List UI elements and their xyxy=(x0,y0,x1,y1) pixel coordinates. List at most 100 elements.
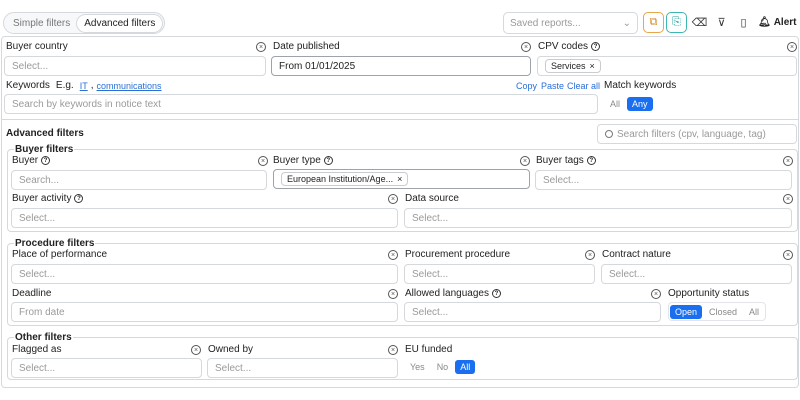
contract-nature-select[interactable]: Select... xyxy=(601,264,792,284)
status-closed-option[interactable]: Closed xyxy=(704,305,742,319)
buyer-type-text: Buyer type xyxy=(273,155,321,166)
buyer-label-text: Buyer xyxy=(12,155,39,166)
deadline-from-date-input[interactable]: From date xyxy=(11,302,398,322)
paste-icon[interactable]: ⎘ xyxy=(666,12,687,33)
buyer-tags-text: Buyer tags xyxy=(536,155,584,166)
status-all-option[interactable]: All xyxy=(744,305,764,319)
help-icon[interactable]: ? xyxy=(323,156,333,165)
clear-all-keywords-button[interactable]: Clear all xyxy=(567,81,600,91)
clear-contract-nature-icon[interactable]: × xyxy=(783,250,793,260)
allowed-languages-label: Allowed languages ? xyxy=(405,288,501,299)
paste-keywords-button[interactable]: Paste xyxy=(541,81,564,91)
keyword-example-it[interactable]: IT xyxy=(80,81,88,91)
buyer-filters-title: Buyer filters xyxy=(14,144,75,155)
date-published-field[interactable]: From 01/01/2025 xyxy=(271,56,531,76)
filter-icon[interactable]: ⊽ xyxy=(711,12,732,33)
clear-buyer-type-icon[interactable]: × xyxy=(520,156,530,166)
help-icon[interactable]: ? xyxy=(491,289,501,298)
tab-advanced-filters[interactable]: Advanced filters xyxy=(77,14,163,32)
status-open-option[interactable]: Open xyxy=(670,304,703,319)
buyer-country-label: Buyer country xyxy=(6,41,68,52)
buyer-activity-text: Buyer activity xyxy=(12,193,72,204)
match-keywords-label: Match keywords xyxy=(604,80,677,91)
bookmark-icon[interactable]: ▯ xyxy=(733,12,754,33)
buyer-activity-select[interactable]: Select... xyxy=(11,208,398,228)
flagged-as-select[interactable]: Select... xyxy=(11,358,202,378)
cpv-chip-label: Services xyxy=(551,61,586,71)
owned-by-label: Owned by xyxy=(208,344,254,355)
keywords-label: Keywords xyxy=(6,80,50,91)
procedure-filters-title: Procedure filters xyxy=(14,238,96,249)
alert-label: Alert xyxy=(773,17,797,28)
filter-search-input[interactable]: Search filters (cpv, language, tag) xyxy=(597,124,797,144)
saved-reports-placeholder: Saved reports... xyxy=(510,17,581,29)
buyer-type-select[interactable]: European Institution/Age... × xyxy=(273,169,530,189)
buyer-tags-label: Buyer tags ? xyxy=(536,155,596,166)
cpv-codes-text: CPV codes xyxy=(538,41,589,52)
chevron-down-icon: ⌄ xyxy=(622,17,631,29)
copy-icon[interactable]: ⧉ xyxy=(643,12,664,33)
clear-buyer-tags-icon[interactable]: × xyxy=(783,156,793,166)
buyer-activity-label: Buyer activity ? xyxy=(12,193,84,204)
divider xyxy=(1,119,799,120)
copy-keywords-button[interactable]: Copy xyxy=(516,81,537,91)
eu-yes-option[interactable]: Yes xyxy=(405,360,430,374)
other-filters-title: Other filters xyxy=(14,332,73,343)
buyer-type-chip: European Institution/Age... × xyxy=(281,172,409,186)
help-icon[interactable]: ? xyxy=(586,156,596,165)
clear-flagged-icon[interactable]: × xyxy=(191,345,201,355)
filter-search-placeholder: Search filters (cpv, language, tag) xyxy=(617,128,766,140)
help-icon[interactable]: ? xyxy=(41,156,51,165)
clear-buyer-activity-icon[interactable]: × xyxy=(388,194,398,204)
clear-data-source-icon[interactable]: × xyxy=(783,194,793,204)
eraser-icon[interactable]: ⌫ xyxy=(689,12,710,33)
clear-date-published-icon[interactable]: × xyxy=(521,42,531,52)
clear-cpv-codes-icon[interactable]: × xyxy=(787,42,797,52)
allowed-languages-select[interactable]: Select... xyxy=(404,302,661,322)
clear-owned-by-icon[interactable]: × xyxy=(388,345,398,355)
chip-remove-icon[interactable]: × xyxy=(590,61,595,71)
opportunity-status-label: Opportunity status xyxy=(668,288,750,299)
help-icon[interactable]: ? xyxy=(74,194,84,203)
clear-buyer-icon[interactable]: × xyxy=(258,156,268,166)
data-source-select[interactable]: Select... xyxy=(404,208,792,228)
eu-no-option[interactable]: No xyxy=(432,360,454,374)
flagged-as-label: Flagged as xyxy=(12,344,62,355)
advanced-filters-title: Advanced filters xyxy=(6,128,84,139)
match-any-option[interactable]: Any xyxy=(627,97,653,111)
buyer-tags-select[interactable]: Select... xyxy=(535,170,792,190)
match-keywords-toggle: All Any xyxy=(605,95,653,113)
keyword-example-communications[interactable]: communications xyxy=(96,81,161,91)
clear-deadline-icon[interactable]: × xyxy=(388,289,398,299)
eu-funded-label: EU funded xyxy=(405,344,453,355)
keywords-label-row: Keywords E.g. IT, communications xyxy=(6,80,162,91)
procurement-procedure-select[interactable]: Select... xyxy=(404,264,595,284)
help-icon[interactable]: ? xyxy=(591,42,601,51)
saved-reports-select[interactable]: Saved reports... ⌄ xyxy=(503,12,638,34)
keywords-search-input[interactable]: Search by keywords in notice text xyxy=(4,94,598,114)
buyer-search-input[interactable]: Search... xyxy=(11,170,267,190)
tab-simple-filters[interactable]: Simple filters xyxy=(6,15,77,32)
contract-nature-label: Contract nature xyxy=(602,249,671,260)
eu-all-option[interactable]: All xyxy=(455,360,476,374)
clear-buyer-country-icon[interactable]: × xyxy=(256,42,266,52)
clear-procurement-procedure-icon[interactable]: × xyxy=(585,250,595,260)
buyer-type-label: Buyer type ? xyxy=(273,155,333,166)
place-of-performance-label: Place of performance xyxy=(12,249,108,260)
alert-button[interactable]: 🔔︎ Alert xyxy=(758,12,797,33)
clear-place-icon[interactable]: × xyxy=(388,250,398,260)
match-all-option[interactable]: All xyxy=(605,97,625,111)
place-of-performance-select[interactable]: Select... xyxy=(11,264,398,284)
buyer-country-select[interactable]: Select... xyxy=(4,56,266,76)
cpv-codes-label: CPV codes ? xyxy=(538,41,601,52)
data-source-label: Data source xyxy=(405,193,459,204)
buyer-type-chip-label: European Institution/Age... xyxy=(287,174,394,184)
chip-remove-icon[interactable]: × xyxy=(397,174,402,184)
clear-allowed-languages-icon[interactable]: × xyxy=(651,289,661,299)
cpv-codes-select[interactable]: Services × xyxy=(537,56,797,76)
owned-by-select[interactable]: Select... xyxy=(207,358,398,378)
cpv-chip: Services × xyxy=(545,59,601,73)
keywords-hint: E.g. xyxy=(55,80,74,91)
opportunity-status-toggle: Open Closed All xyxy=(668,302,767,321)
deadline-label: Deadline xyxy=(12,288,52,299)
